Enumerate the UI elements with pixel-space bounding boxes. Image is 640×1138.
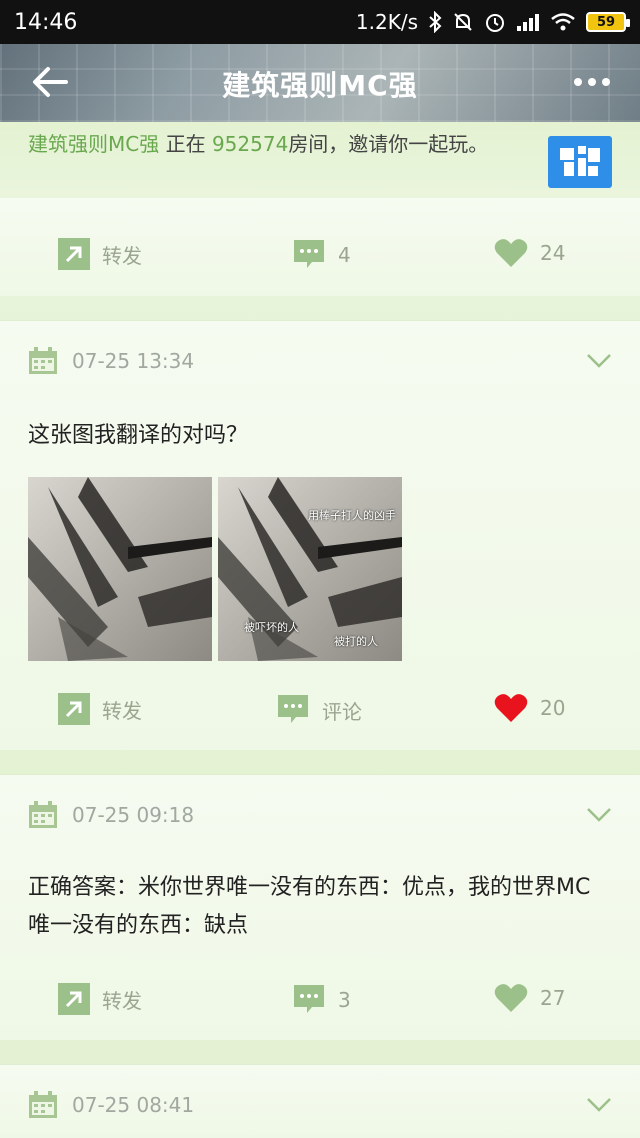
comment-button[interactable]: 4 — [292, 238, 351, 272]
chevron-down-icon[interactable] — [586, 353, 612, 373]
like-button[interactable]: 20 — [494, 693, 565, 723]
invite-text-end: 房间，邀请你一起玩。 — [288, 132, 489, 156]
calendar-icon — [29, 347, 57, 374]
forward-icon — [58, 238, 90, 270]
post-card-0: 转发 4 24 — [0, 198, 640, 296]
comment-icon — [278, 695, 308, 723]
signal-icon — [516, 12, 540, 32]
bluetooth-icon — [428, 11, 442, 33]
image-caption-3: 被打的人 — [334, 635, 378, 648]
mute-bell-icon — [452, 11, 474, 33]
like-button[interactable]: 24 — [494, 238, 565, 268]
post-image-2[interactable]: 用棒子打人的凶手 被吓坏的人 被打的人 — [218, 477, 402, 661]
forward-label: 转发 — [102, 988, 142, 1013]
comment-icon — [294, 240, 324, 268]
post-date: 07-25 13:34 — [72, 349, 195, 373]
comment-icon — [294, 985, 324, 1013]
like-count: 24 — [540, 241, 566, 265]
forward-button[interactable]: 转发 — [58, 983, 142, 1015]
post-date-row: 07-25 08:41 — [28, 1091, 194, 1119]
image-caption-1: 用棒子打人的凶手 — [308, 509, 396, 522]
like-count: 27 — [540, 986, 566, 1010]
forward-label: 转发 — [102, 243, 142, 268]
like-count: 20 — [540, 696, 566, 720]
post-date: 07-25 09:18 — [72, 803, 195, 827]
status-icons: 1.2K/s 59 — [355, 10, 630, 34]
post-date-row: 07-25 09:18 — [28, 801, 194, 829]
heart-icon — [494, 239, 528, 267]
forward-button[interactable]: 转发 — [58, 693, 142, 725]
invite-text-mid: 正在 — [159, 132, 212, 156]
chevron-down-icon[interactable] — [586, 807, 612, 827]
post-image-1[interactable] — [28, 477, 212, 661]
comment-button[interactable]: 3 — [292, 983, 351, 1017]
heart-filled-icon — [494, 694, 528, 722]
more-options-icon[interactable] — [574, 78, 610, 86]
forward-icon — [58, 693, 90, 725]
chevron-down-icon[interactable] — [586, 1097, 612, 1117]
network-speed: 1.2K/s — [355, 10, 418, 34]
post-text: 正确答案：米你世界唯一没有的东西：优点，我的世界MC唯一没有的东西：缺点 — [28, 875, 591, 938]
post-card-2: 07-25 09:18 正确答案：米你世界唯一没有的东西：优点，我的世界MC唯一… — [0, 774, 640, 1040]
alarm-icon — [484, 11, 506, 33]
room-invite-banner[interactable]: 建筑强则MC强 正在 952574房间，邀请你一起玩。 — [0, 122, 640, 198]
post-date: 07-25 08:41 — [72, 1093, 195, 1117]
wifi-icon — [550, 12, 576, 32]
game-app-icon[interactable] — [548, 136, 612, 188]
comment-button[interactable]: 评论 — [276, 693, 362, 727]
heart-icon — [494, 984, 528, 1012]
page-title: 建筑强则MC强 — [222, 69, 418, 102]
invite-room-number: 952574 — [211, 132, 289, 156]
calendar-icon — [29, 801, 57, 828]
post-card-3: 07-25 08:41 — [0, 1064, 640, 1138]
post-card-1: 07-25 13:34 这张图我翻译的对吗？ 用棒子打人的凶手 被吓坏的人 被打… — [0, 320, 640, 750]
status-time: 14:46 — [14, 9, 78, 35]
forward-label: 转发 — [102, 698, 142, 723]
app-header: 建筑强则MC强 — [0, 44, 640, 122]
comment-count: 3 — [338, 988, 351, 1012]
image-caption-2: 被吓坏的人 — [244, 621, 299, 634]
post-text: 这张图我翻译的对吗？ — [28, 423, 249, 448]
invite-user: 建筑强则MC强 — [28, 132, 160, 156]
post-date-row: 07-25 13:34 — [28, 347, 194, 375]
status-bar: 14:46 1.2K/s 59 — [0, 0, 640, 44]
battery-indicator: 59 — [586, 12, 630, 32]
forward-button[interactable]: 转发 — [58, 238, 142, 270]
invite-text: 建筑强则MC强 正在 952574房间，邀请你一起玩。 — [28, 130, 508, 158]
comment-count: 4 — [338, 243, 351, 267]
like-button[interactable]: 27 — [494, 983, 565, 1013]
calendar-icon — [29, 1091, 57, 1118]
comment-label: 评论 — [322, 699, 362, 724]
forward-icon — [58, 983, 90, 1015]
